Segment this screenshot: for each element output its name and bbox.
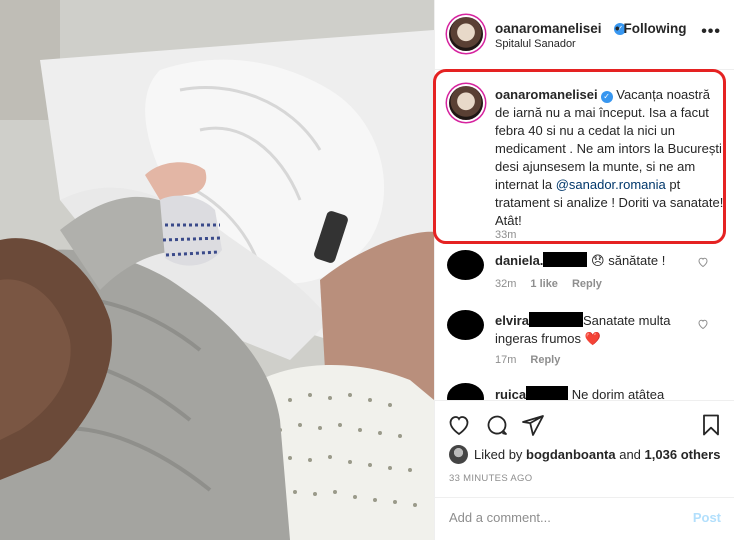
comment-body: 😞 sănătate ! [591, 253, 666, 268]
comment-heart-icon[interactable] [697, 318, 709, 330]
comment-meta: 17m Reply [495, 354, 574, 366]
comment-item: ruica Ne dorim atâtea [435, 383, 734, 400]
separator-dot: • [615, 21, 620, 36]
bookmark-icon[interactable] [699, 413, 723, 437]
redaction-bar [528, 312, 583, 327]
comment-time[interactable]: 32m [495, 278, 516, 290]
comment-text: elvira Sanatate multa ingeras frumos ❤️ [495, 312, 695, 348]
caption-time[interactable]: 33m [495, 229, 516, 241]
comment-item: daniela. 😞 sănătate ! 32m 1 like Reply [435, 250, 734, 314]
header-username[interactable]: oanaromanelisei [495, 21, 602, 36]
post-side-panel: oanaromanelisei ✓ • Following Spitalul S… [433, 0, 734, 540]
liked-by: Liked by bogdanboanta and 1,036 others [449, 445, 720, 464]
post-actions: Liked by bogdanboanta and 1,036 others 3… [435, 400, 734, 540]
instagram-post: oanaromanelisei ✓ • Following Spitalul S… [0, 0, 734, 540]
liked-others[interactable]: 1,036 others [645, 447, 721, 462]
post-comment-button[interactable]: Post [693, 510, 721, 525]
caption-username[interactable]: oanaromanelisei [495, 87, 598, 102]
comment-heart-icon[interactable] [697, 256, 709, 268]
add-comment-input[interactable]: Add a comment... [449, 510, 551, 525]
post-caption: oanaromanelisei ✓ Vacanța noastră de iarn… [435, 70, 734, 244]
comment-avatar[interactable] [447, 383, 484, 400]
reply-button[interactable]: Reply [572, 278, 602, 290]
post-photo[interactable] [0, 0, 434, 540]
redaction-bar [526, 386, 569, 400]
comment-text: ruica Ne dorim atâtea [495, 386, 695, 400]
mention-link[interactable]: @sanador.romania [556, 177, 666, 192]
comment-likes[interactable]: 1 like [530, 278, 558, 290]
comment-time[interactable]: 17m [495, 354, 516, 366]
reply-button[interactable]: Reply [530, 354, 560, 366]
comment-item: elvira Sanatate multa ingeras frumos ❤️ 1… [435, 310, 734, 374]
more-options-icon[interactable]: ••• [701, 23, 721, 41]
avatar[interactable] [449, 17, 483, 51]
comment-icon[interactable] [485, 413, 509, 437]
photo-illustration [0, 0, 434, 540]
comment-body: Ne dorim atâtea [571, 387, 665, 400]
add-comment-bar: Add a comment... Post [435, 497, 734, 540]
comment-text: daniela. 😞 sănătate ! [495, 252, 695, 270]
comment-meta: 32m 1 like Reply [495, 278, 616, 290]
following-button[interactable]: Following [624, 21, 687, 36]
post-location[interactable]: Spitalul Sanador [495, 38, 576, 50]
verified-badge-icon: ✓ [600, 91, 613, 103]
comment-avatar[interactable] [447, 250, 484, 280]
heart-icon[interactable] [447, 413, 471, 437]
post-timestamp[interactable]: 33 MINUTES AGO [449, 473, 532, 484]
post-header: oanaromanelisei ✓ • Following Spitalul S… [435, 0, 734, 70]
share-icon[interactable] [521, 413, 545, 437]
liked-user[interactable]: bogdanboanta [526, 447, 616, 462]
liked-by-avatar[interactable] [449, 445, 468, 464]
comment-username[interactable]: ruica [495, 387, 526, 400]
liked-prefix: Liked by [474, 447, 523, 462]
comment-username[interactable]: elvira [495, 313, 529, 328]
liked-middle: and [619, 447, 641, 462]
caption-text: oanaromanelisei ✓ Vacanța noastră de iarn… [495, 86, 727, 230]
redaction-bar [543, 252, 588, 267]
follow-status[interactable]: • Following [615, 21, 687, 36]
comment-avatar[interactable] [447, 310, 484, 340]
caption-avatar[interactable] [449, 86, 483, 120]
comment-username[interactable]: daniela. [495, 253, 543, 268]
